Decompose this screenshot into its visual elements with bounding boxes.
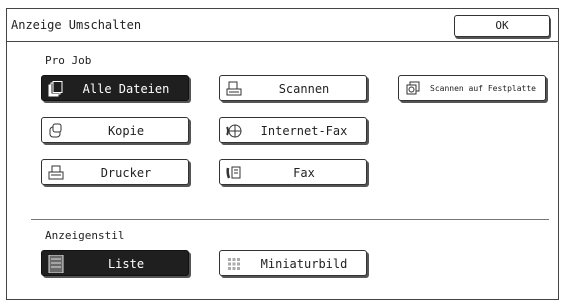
hdd-scan-icon (405, 80, 421, 96)
scannen-button[interactable]: Scannen (219, 75, 367, 101)
section-label-pro-job: Pro Job (45, 54, 92, 67)
scanner-icon (226, 80, 242, 96)
internet-fax-label: Internet-Fax (260, 124, 348, 138)
scannen-festplatte-label: Scannen auf Festplatte (430, 84, 536, 93)
fax-button[interactable]: Fax (219, 159, 367, 185)
alle-dateien-button[interactable]: Alle Dateien (41, 75, 189, 101)
fax-label: Fax (293, 166, 315, 180)
scannen-festplatte-button[interactable]: Scannen auf Festplatte (398, 75, 546, 101)
kopie-label: Kopie (107, 124, 145, 138)
internet-fax-button[interactable]: Internet-Fax (219, 117, 367, 143)
printer-icon (48, 164, 64, 180)
liste-label: Liste (107, 257, 145, 271)
fax-icon (226, 164, 242, 180)
kopie-button[interactable]: Kopie (41, 117, 189, 143)
dialog-frame: Anzeige Umschalten OK Pro Job Alle Datei… (6, 8, 559, 300)
list-view-icon (48, 254, 64, 274)
miniaturbild-label: Miniaturbild (260, 257, 348, 271)
dialog-title: Anzeige Umschalten (11, 18, 142, 32)
drucker-button[interactable]: Drucker (41, 159, 189, 185)
alle-dateien-label: Alle Dateien (82, 82, 170, 96)
section-label-anzeigestil: Anzeigenstil (45, 229, 125, 242)
scannen-label: Scannen (278, 82, 330, 96)
liste-button[interactable]: Liste (41, 250, 189, 276)
all-files-icon (48, 80, 64, 97)
miniaturbild-button[interactable]: Miniaturbild (219, 250, 367, 276)
section-divider (31, 219, 549, 220)
title-bar: Anzeige Umschalten OK (7, 9, 558, 42)
thumbnail-grid-icon (226, 255, 242, 271)
ok-button[interactable]: OK (454, 15, 550, 37)
copy-icon (48, 122, 64, 138)
internet-fax-icon (226, 122, 242, 138)
drucker-label: Drucker (100, 166, 152, 180)
